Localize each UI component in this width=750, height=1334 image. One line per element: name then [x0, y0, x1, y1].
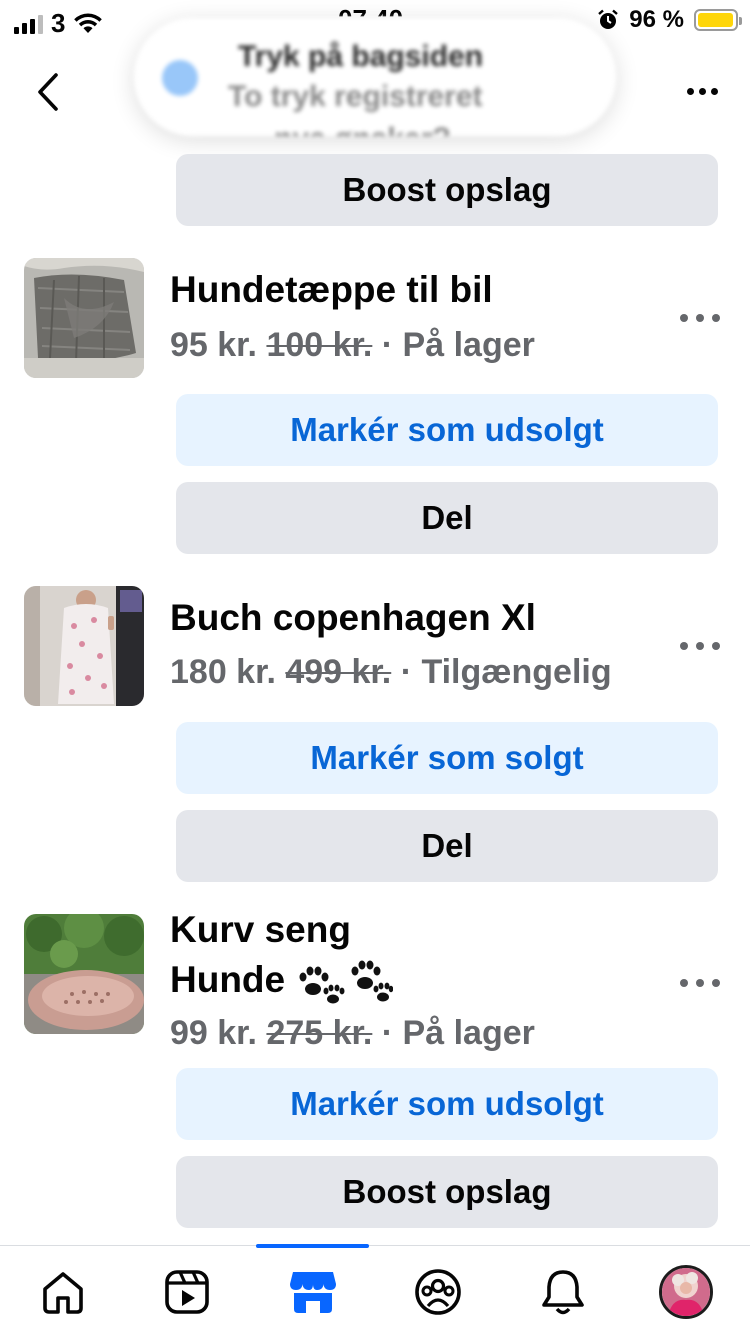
- listing-thumbnail[interactable]: [24, 914, 144, 1034]
- tab-marketplace[interactable]: [283, 1262, 343, 1322]
- info-icon: [162, 60, 198, 96]
- tab-profile[interactable]: [656, 1262, 716, 1322]
- tab-home[interactable]: [33, 1262, 93, 1322]
- listing-price-line: 95 kr. 100 kr. · På lager: [170, 326, 535, 365]
- more-horizontal-icon: [680, 979, 688, 987]
- mark-sold-button[interactable]: Markér som solgt: [176, 722, 718, 794]
- accessibility-toast[interactable]: Tryk på bagsiden To tryk registreret nye…: [134, 18, 616, 136]
- video-icon: [165, 1270, 209, 1314]
- listing-price: 95 kr.: [170, 326, 257, 364]
- listing-status: · På lager: [381, 1014, 535, 1052]
- bottom-tab-bar: [0, 1244, 750, 1334]
- boost-listing-button[interactable]: Boost opslag: [176, 154, 718, 226]
- listing-status: · På lager: [381, 326, 535, 364]
- wifi-icon: [74, 12, 103, 33]
- battery-level: [698, 13, 733, 27]
- listing-more-button[interactable]: [680, 636, 720, 656]
- listing-old-price: 499 kr.: [285, 653, 392, 691]
- more-horizontal-icon: [680, 642, 688, 650]
- listing-status: · Tilgængelig: [400, 653, 612, 691]
- battery-percentage: 96 %: [629, 6, 684, 33]
- listing-price: 180 kr.: [170, 653, 276, 691]
- more-options-button[interactable]: [680, 76, 724, 106]
- listing-thumbnail[interactable]: [24, 586, 144, 706]
- battery-icon: [694, 9, 742, 31]
- tab-groups[interactable]: [408, 1262, 468, 1322]
- listing-title-line2: Hunde: [170, 955, 394, 1005]
- listing-price: 99 kr.: [170, 1014, 257, 1052]
- listing-more-button[interactable]: [680, 973, 720, 993]
- bell-icon: [542, 1270, 584, 1315]
- tab-video[interactable]: [157, 1262, 217, 1322]
- toast-text-secondary: nye ønsker?: [274, 122, 451, 136]
- mark-sold-out-button[interactable]: Markér som udsolgt: [176, 394, 718, 466]
- active-tab-indicator: [256, 1244, 369, 1248]
- toast-text: To tryk registreret: [228, 80, 483, 113]
- carrier-label: 3: [51, 8, 66, 38]
- cellular-signal-icon: [14, 14, 43, 34]
- more-horizontal-icon: [686, 87, 694, 95]
- back-button[interactable]: [28, 70, 68, 114]
- listing-title[interactable]: Kurv seng Hunde: [170, 905, 394, 1005]
- marketplace-icon: [290, 1272, 336, 1313]
- groups-icon: [415, 1269, 461, 1315]
- listing-title-line1: Kurv seng: [170, 909, 351, 950]
- listing-old-price: 275 kr.: [266, 1014, 373, 1052]
- more-horizontal-icon: [680, 314, 688, 322]
- listing-title-line2-text: Hunde: [170, 959, 286, 1000]
- listing-thumbnail[interactable]: [24, 258, 144, 378]
- profile-avatar: [659, 1265, 713, 1319]
- home-icon: [43, 1272, 83, 1314]
- listing-title[interactable]: Buch copenhagen Xl: [170, 593, 536, 643]
- paw-prints-icon: [299, 960, 394, 1004]
- mark-sold-out-button[interactable]: Markér som udsolgt: [176, 1068, 718, 1140]
- chevron-left-icon: [38, 73, 58, 111]
- listing-price-line: 99 kr. 275 kr. · På lager: [170, 1014, 535, 1053]
- listing-title[interactable]: Hundetæppe til bil: [170, 265, 493, 315]
- share-button[interactable]: Del: [176, 482, 718, 554]
- listing-more-button[interactable]: [680, 308, 720, 328]
- listing-price-line: 180 kr. 499 kr. · Tilgængelig: [170, 653, 612, 692]
- share-button[interactable]: Del: [176, 810, 718, 882]
- alarm-icon: [598, 9, 619, 29]
- listing-old-price: 100 kr.: [266, 326, 373, 364]
- boost-listing-button[interactable]: Boost opslag: [176, 1156, 718, 1228]
- tab-notifications[interactable]: [533, 1262, 593, 1322]
- toast-title: Tryk på bagsiden: [238, 40, 484, 73]
